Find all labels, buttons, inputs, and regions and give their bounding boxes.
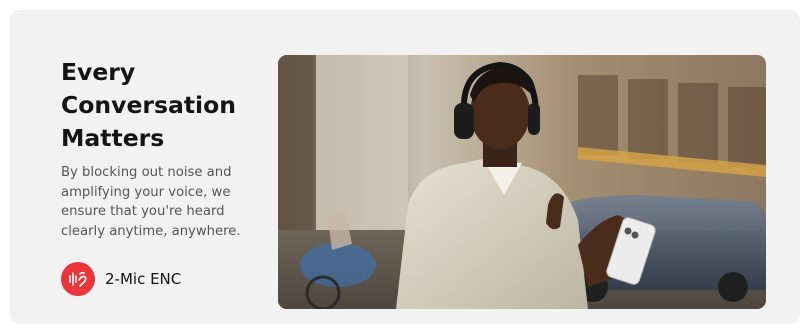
headline-line-2: Conversation — [61, 91, 236, 119]
section-headline: Every Conversation Matters — [61, 56, 261, 155]
headline-line-3: Matters — [61, 124, 165, 152]
feature-label: 2-Mic ENC — [105, 270, 182, 288]
headline-line-1: Every — [61, 58, 136, 86]
feature-badge: 2-Mic ENC — [61, 262, 181, 296]
hero-photo — [278, 55, 766, 309]
section-description: By blocking out noise and amplifying you… — [61, 165, 241, 239]
voice-waveform-icon — [61, 262, 95, 296]
